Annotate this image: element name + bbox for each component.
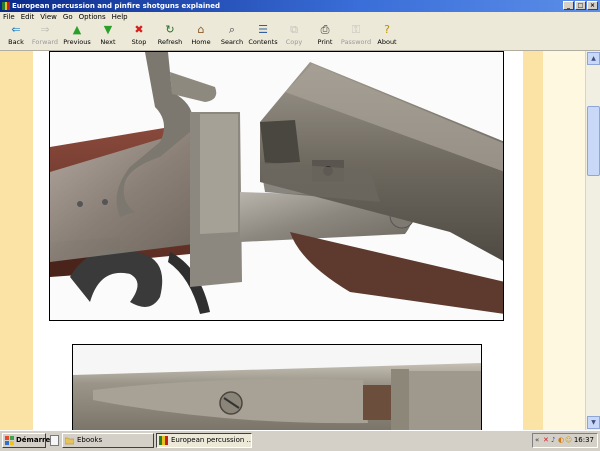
windows-flag-icon	[5, 436, 14, 445]
home-button[interactable]: ⌂ Home	[185, 23, 217, 49]
ebook-content-area: ▲ ▼	[0, 51, 600, 430]
home-icon: ⌂	[197, 23, 205, 36]
tray-network-icon[interactable]: ◐	[558, 434, 564, 447]
ebook-icon	[159, 436, 168, 445]
folder-icon	[65, 437, 74, 445]
menu-options[interactable]: Options	[76, 12, 109, 22]
tray-messenger-icon[interactable]: ☺	[565, 434, 572, 447]
minimize-button[interactable]: _	[563, 1, 574, 10]
about-button[interactable]: ? About	[371, 23, 403, 49]
search-icon: ⌕	[228, 23, 236, 36]
copy-button[interactable]: ⧉ Copy	[278, 23, 310, 49]
stop-icon: ✖	[134, 23, 144, 36]
shotgun-action-photo	[49, 51, 504, 321]
next-arrow-icon: ▼	[103, 23, 113, 36]
print-button[interactable]: ⎙ Print	[309, 23, 341, 49]
clock: 16:37	[573, 436, 594, 444]
tray-antivirus-icon[interactable]: ✕	[543, 434, 549, 447]
maximize-button[interactable]: □	[575, 1, 586, 10]
contents-button[interactable]: ☰ Contents	[247, 23, 279, 49]
left-margin-column	[0, 51, 33, 430]
forward-arrow-icon: ⇒	[40, 23, 50, 36]
key-icon: ⚿	[351, 23, 361, 36]
contents-icon: ☰	[258, 23, 268, 36]
back-arrow-icon: ⇐	[11, 23, 21, 36]
print-icon: ⎙	[320, 23, 330, 36]
forward-button[interactable]: ⇒ Forward	[29, 23, 61, 49]
scroll-thumb[interactable]	[587, 106, 600, 176]
scroll-up-arrow-icon[interactable]: ▲	[587, 52, 600, 65]
menu-view[interactable]: View	[37, 12, 60, 22]
barrel-detail-photo	[72, 344, 482, 430]
system-tray: « ✕ ♪ ◐ ☺ 16:37	[532, 433, 598, 448]
vertical-scrollbar[interactable]: ▲ ▼	[585, 51, 600, 430]
menu-go[interactable]: Go	[60, 12, 76, 22]
refresh-button[interactable]: ↻ Refresh	[154, 23, 186, 49]
window-title: European percussion and pinfire shotguns…	[12, 2, 221, 10]
password-button[interactable]: ⚿ Password	[340, 23, 372, 49]
next-button[interactable]: ▼ Next	[92, 23, 124, 49]
about-icon: ?	[384, 23, 390, 36]
stop-button[interactable]: ✖ Stop	[123, 23, 155, 49]
start-button[interactable]: Démarrer	[2, 433, 54, 448]
task-european-percussion[interactable]: European percussion ...	[156, 433, 252, 448]
previous-button[interactable]: ▲ Previous	[61, 23, 93, 49]
back-button[interactable]: ⇐ Back	[0, 23, 32, 49]
window-title-bar: European percussion and pinfire shotguns…	[0, 0, 600, 12]
scroll-down-arrow-icon[interactable]: ▼	[587, 416, 600, 429]
menu-bar: File Edit View Go Options Help	[0, 12, 600, 22]
close-button[interactable]: ×	[587, 1, 598, 10]
menu-file[interactable]: File	[0, 12, 18, 22]
refresh-icon: ↻	[165, 23, 175, 36]
menu-help[interactable]: Help	[109, 12, 131, 22]
copy-icon: ⧉	[290, 23, 298, 36]
task-ebooks[interactable]: Ebooks	[62, 433, 154, 448]
tray-volume-icon[interactable]: ♪	[551, 434, 555, 447]
toolbar: ⇐ Back ⇒ Forward ▲ Previous ▼ Next ✖ Sto…	[0, 22, 600, 51]
ebook-app-icon	[2, 2, 10, 10]
search-button[interactable]: ⌕ Search	[216, 23, 248, 49]
previous-arrow-icon: ▲	[72, 23, 82, 36]
quick-launch-desktop-icon[interactable]	[50, 435, 59, 446]
taskbar: Démarrer Ebooks European percussion ... …	[0, 430, 600, 451]
menu-edit[interactable]: Edit	[18, 12, 38, 22]
right-margin-column	[523, 51, 543, 430]
tray-expand-icon[interactable]: «	[535, 434, 539, 447]
